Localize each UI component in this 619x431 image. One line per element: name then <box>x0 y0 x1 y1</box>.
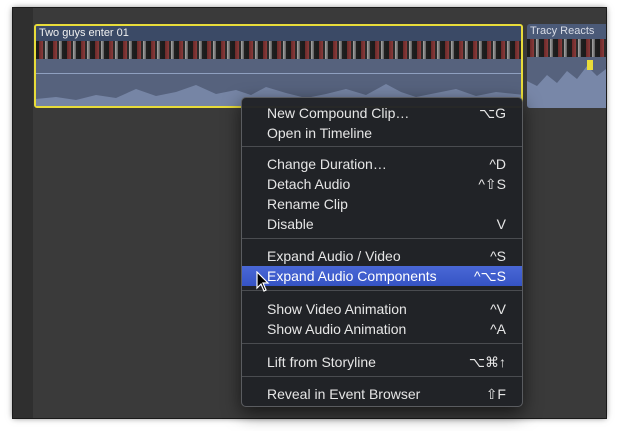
clip2-title: Tracy Reacts <box>530 25 595 37</box>
menu-item-expand-audio-components[interactable]: Expand Audio Components ^⌥S <box>242 266 522 286</box>
menu-item-label: Expand Audio Components <box>267 268 437 284</box>
context-menu: New Compound Clip… ⌥G Open in Timeline C… <box>241 97 523 407</box>
menu-item-shortcut: ^A <box>490 321 506 337</box>
menu-item-shortcut: ^⌥S <box>473 268 506 284</box>
selected-clip[interactable]: Two guys enter 01 <box>34 24 523 108</box>
clip2-title-bar: Tracy Reacts <box>527 24 606 39</box>
menu-item-show-audio-animation[interactable]: Show Audio Animation ^A <box>242 319 522 339</box>
clip-filmstrip <box>36 41 521 59</box>
menu-item-label: Rename Clip <box>267 196 348 212</box>
menu-item-shortcut: ^D <box>489 156 506 172</box>
clip2-audio-waveform <box>527 57 606 108</box>
menu-item-lift-from-storyline[interactable]: Lift from Storyline ⌥⌘↑ <box>242 352 522 372</box>
timeline-gutter <box>13 8 33 418</box>
menu-item-change-duration[interactable]: Change Duration… ^D <box>242 154 522 174</box>
menu-item-label: Show Audio Animation <box>267 321 407 337</box>
menu-item-reveal-in-event-browser[interactable]: Reveal in Event Browser ⇧F <box>242 384 522 404</box>
clip-title-bar: Two guys enter 01 <box>36 26 521 41</box>
menu-item-label: Lift from Storyline <box>267 354 376 370</box>
waveform2-graphic <box>527 66 606 108</box>
menu-separator <box>242 343 522 344</box>
menu-item-open-in-timeline[interactable]: Open in Timeline <box>242 123 522 143</box>
menu-item-expand-audio-video[interactable]: Expand Audio / Video ^S <box>242 246 522 266</box>
clip2-filmstrip <box>527 39 606 57</box>
menu-item-shortcut: ^S <box>490 248 506 264</box>
menu-separator <box>242 146 522 147</box>
mouse-pointer-icon <box>256 271 270 292</box>
next-clip[interactable]: Tracy Reacts <box>527 24 606 108</box>
menu-item-label: Open in Timeline <box>267 125 373 141</box>
menu-separator <box>242 238 522 239</box>
menu-item-shortcut: ⌥G <box>478 105 506 121</box>
menu-item-label: Show Video Animation <box>267 301 407 317</box>
menu-item-new-compound-clip[interactable]: New Compound Clip… ⌥G <box>242 103 522 123</box>
menu-item-shortcut: ^V <box>490 301 506 317</box>
menu-separator <box>242 290 522 291</box>
menu-item-label: Change Duration… <box>267 156 387 172</box>
menu-item-rename-clip[interactable]: Rename Clip <box>242 194 522 214</box>
menu-item-label: New Compound Clip… <box>267 105 410 121</box>
menu-item-label: Disable <box>267 216 314 232</box>
menu-item-show-video-animation[interactable]: Show Video Animation ^V <box>242 299 522 319</box>
menu-item-label: Detach Audio <box>267 176 351 192</box>
menu-separator <box>242 376 522 377</box>
menu-item-label: Reveal in Event Browser <box>267 386 421 402</box>
menu-item-shortcut: ^⇧S <box>478 176 506 192</box>
menu-item-shortcut: ⇧F <box>485 386 506 402</box>
menu-item-label: Expand Audio / Video <box>267 248 401 264</box>
menu-item-detach-audio[interactable]: Detach Audio ^⇧S <box>242 174 522 194</box>
menu-item-shortcut: V <box>496 216 506 232</box>
menu-item-disable[interactable]: Disable V <box>242 214 522 234</box>
clip-title: Two guys enter 01 <box>39 27 129 39</box>
menu-item-shortcut: ⌥⌘↑ <box>468 354 506 370</box>
